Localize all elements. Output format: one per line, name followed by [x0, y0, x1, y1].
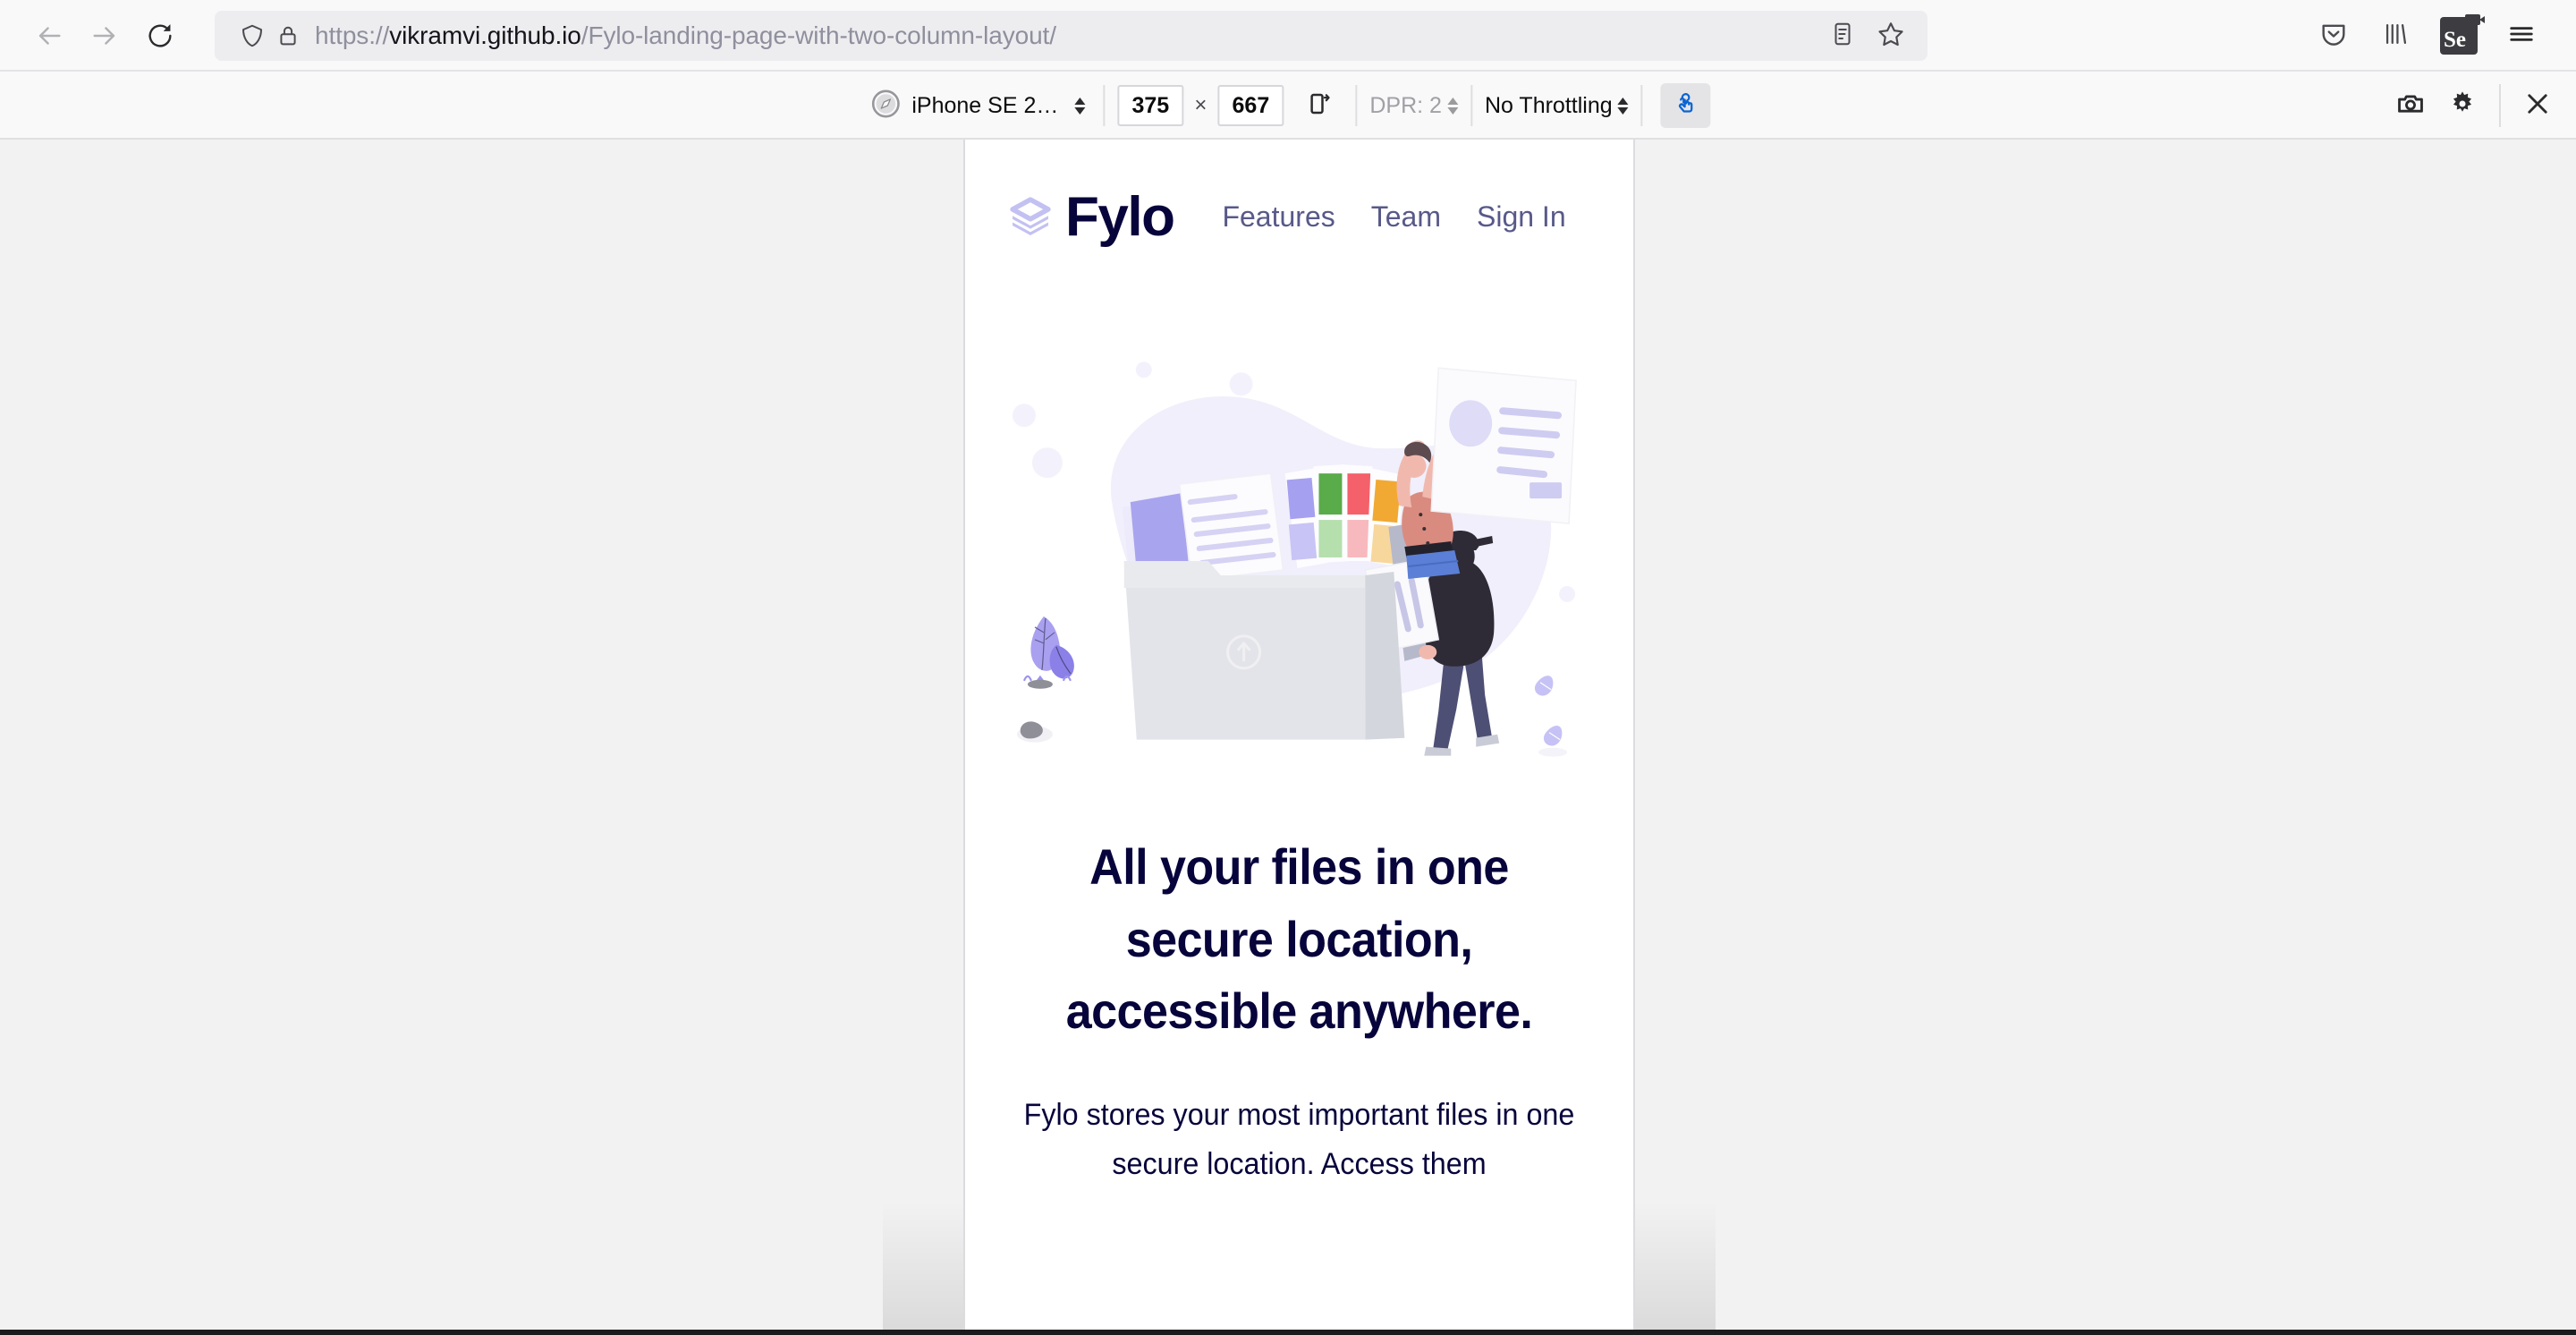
device-viewport[interactable]: Fylo Features Team Sign In All your file… — [963, 140, 1635, 1335]
rdm-stage: Fylo Features Team Sign In All your file… — [0, 140, 2576, 1335]
hero-illustration — [1004, 344, 1594, 769]
rdm-controls: iPhone SE 2… × DPR: — [852, 72, 1723, 140]
arrow-right-icon — [89, 21, 120, 51]
viewport-size-group: × — [1105, 85, 1358, 126]
lock-icon[interactable] — [270, 18, 306, 54]
close-icon — [2522, 89, 2553, 123]
site-header: Fylo Features Team Sign In — [1004, 140, 1594, 245]
chevron-updown-icon — [1617, 97, 1629, 115]
viewport-height-input[interactable] — [1217, 85, 1284, 126]
bookmark-button[interactable] — [1867, 12, 1915, 60]
shield-icon[interactable] — [234, 18, 270, 54]
illustration-files-folder — [1012, 361, 1577, 757]
throttling-label: No Throttling — [1484, 92, 1613, 118]
dimension-separator: × — [1194, 93, 1208, 117]
toolbar-divider — [2499, 84, 2501, 127]
back-button[interactable] — [21, 8, 77, 64]
pocket-icon — [2318, 19, 2349, 54]
nav-link-sign-in[interactable]: Sign In — [1477, 200, 1566, 234]
chevron-updown-icon — [1074, 97, 1086, 115]
viewport-shadow-right — [1635, 1201, 1716, 1335]
responsive-design-mode-toolbar: iPhone SE 2… × DPR: — [0, 72, 2576, 140]
rdm-settings-button[interactable] — [2436, 80, 2488, 132]
urlbar-actions — [1818, 12, 1915, 60]
browser-toolbar-right: Se — [2306, 8, 2555, 64]
viewport-shadow-left — [883, 1201, 963, 1335]
dpr-label: DPR: 2 — [1369, 92, 1442, 118]
camera-icon — [2395, 89, 2426, 123]
url-path: /Fylo-landing-page-with-two-column-layou… — [580, 21, 1056, 49]
address-bar[interactable]: https://vikramvi.github.io/Fylo-landing-… — [215, 11, 1928, 61]
gear-icon — [2447, 89, 2478, 123]
hero-subtitle: Fylo stores your most important files in… — [1023, 1097, 1575, 1181]
device-selector[interactable]: iPhone SE 2… — [865, 86, 1090, 125]
selenium-ide-extension-button[interactable]: Se — [2431, 8, 2487, 64]
device-name-label: iPhone SE 2… — [911, 92, 1059, 118]
safari-compass-icon — [870, 89, 901, 123]
touch-simulation-group — [1643, 83, 1724, 128]
bookmark-star-icon — [1877, 20, 1905, 53]
viewport-width-input[interactable] — [1117, 85, 1184, 126]
selenium-ide-icon: Se — [2440, 14, 2485, 55]
rdm-toolbar-right — [2385, 72, 2563, 140]
library-icon — [2381, 19, 2411, 54]
hero-title: All your files in one secure location, a… — [1065, 838, 1533, 1040]
hamburger-menu-icon — [2506, 19, 2537, 54]
camera-badge-icon — [2465, 14, 2485, 25]
reader-view-icon — [1829, 21, 1856, 52]
brand-name: Fylo — [1065, 186, 1175, 248]
site-navigation: Features Team Sign In — [1222, 200, 1565, 235]
url-text[interactable]: https://vikramvi.github.io/Fylo-landing-… — [306, 11, 1813, 61]
rotate-viewport-button[interactable] — [1296, 85, 1343, 126]
nav-link-team[interactable]: Team — [1371, 200, 1441, 234]
fylo-landing-page: Fylo Features Team Sign In All your file… — [965, 140, 1633, 1335]
forward-button[interactable] — [77, 8, 132, 64]
device-selector-group: iPhone SE 2… — [852, 85, 1106, 126]
reload-button[interactable] — [132, 8, 188, 64]
url-host: vikramvi.github.io — [389, 21, 581, 49]
chevron-updown-icon — [1446, 97, 1458, 115]
touch-simulation-icon — [1673, 90, 1699, 122]
touch-simulation-button[interactable] — [1660, 83, 1711, 128]
pocket-button[interactable] — [2306, 8, 2361, 64]
close-rdm-button[interactable] — [2512, 80, 2563, 132]
extension-label: Se — [2444, 28, 2466, 52]
library-button[interactable] — [2368, 8, 2424, 64]
arrow-left-icon — [34, 21, 64, 51]
reader-view-button[interactable] — [1818, 12, 1867, 60]
rotate-viewport-icon — [1306, 90, 1333, 122]
fylo-layers-logo-icon — [1004, 191, 1056, 243]
url-scheme: https:// — [315, 21, 390, 49]
reload-icon — [145, 21, 175, 51]
screenshot-button[interactable] — [2385, 80, 2436, 132]
stage-bottom-bar — [0, 1330, 2576, 1335]
urlbar-container: https://vikramvi.github.io/Fylo-landing-… — [215, 11, 2256, 61]
brand-logo[interactable]: Fylo — [1004, 186, 1175, 248]
firefox-browser-window: https://vikramvi.github.io/Fylo-landing-… — [0, 0, 2576, 1335]
browser-navigation-toolbar: https://vikramvi.github.io/Fylo-landing-… — [0, 0, 2576, 72]
nav-link-features[interactable]: Features — [1222, 200, 1335, 234]
app-menu-button[interactable] — [2494, 8, 2549, 64]
throttling-group[interactable]: No Throttling — [1472, 85, 1643, 126]
dpr-group[interactable]: DPR: 2 — [1357, 85, 1472, 126]
